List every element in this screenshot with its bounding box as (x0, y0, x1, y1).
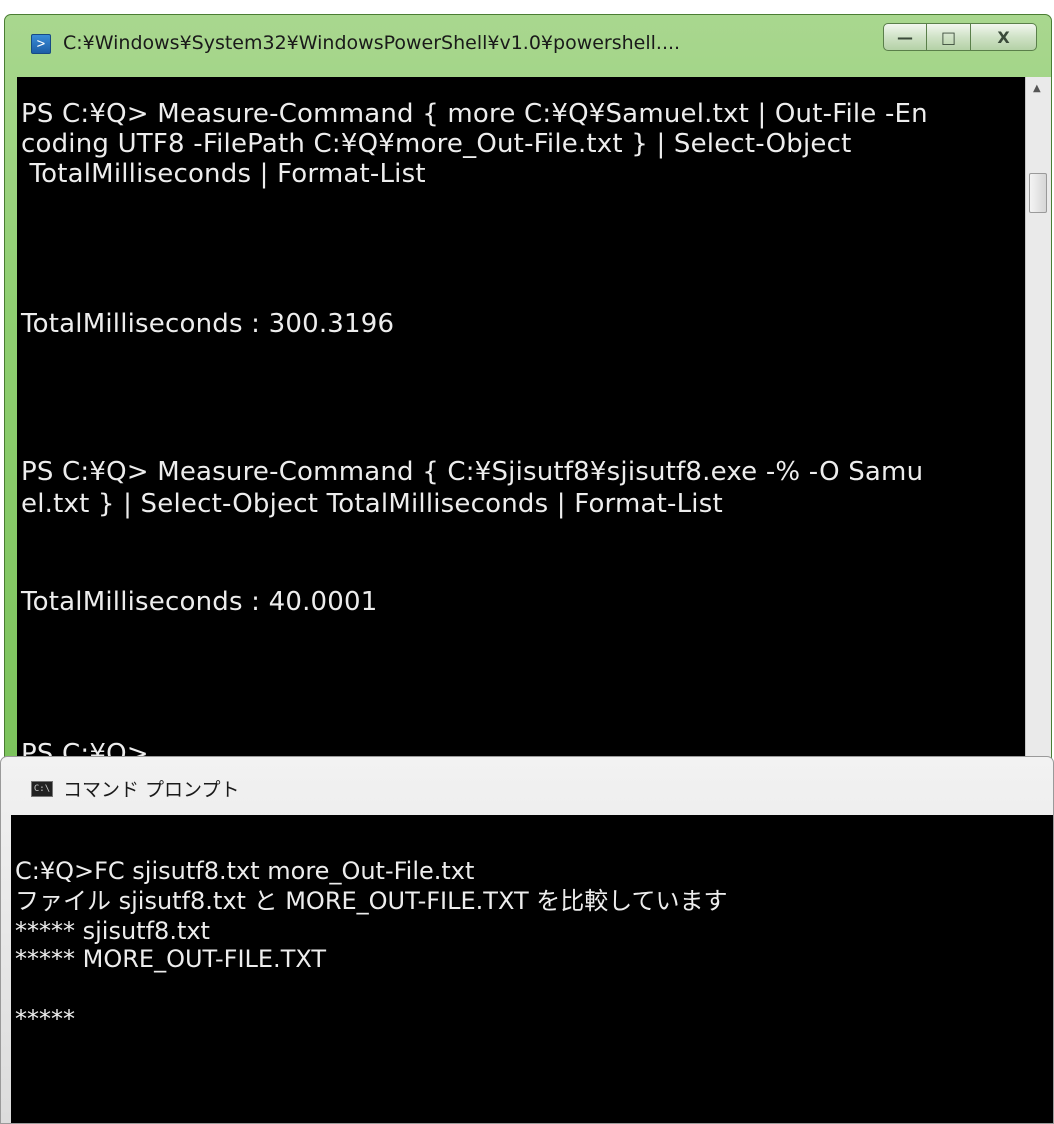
maximize-icon: □ (940, 27, 957, 47)
powershell-title: C:¥Windows¥System32¥WindowsPowerShell¥v1… (63, 32, 681, 54)
window-controls: — □ X (883, 23, 1037, 53)
console-line: ***** (15, 1005, 75, 1033)
console-line: ***** MORE_OUT-FILE.TXT (15, 945, 327, 973)
console-line: TotalMilliseconds : 300.3196 (21, 309, 395, 339)
vertical-scrollbar[interactable]: ▲ (1025, 77, 1051, 761)
close-icon: X (997, 27, 1010, 47)
powershell-titlebar[interactable]: > C:¥Windows¥System32¥WindowsPowerShell¥… (5, 15, 1051, 77)
minimize-icon: — (897, 27, 913, 47)
close-button[interactable]: X (971, 23, 1037, 51)
scrollbar-thumb[interactable] (1029, 173, 1047, 213)
console-line: coding UTF8 -FilePath C:¥Q¥more_Out-File… (21, 129, 852, 159)
console-line: PS C:¥Q> Measure-Command { more C:¥Q¥Sam… (21, 99, 928, 129)
minimize-button[interactable]: — (883, 23, 927, 51)
console-line: TotalMilliseconds | Format-List (21, 159, 426, 189)
cmd-icon: C:\ (31, 781, 53, 797)
console-line: TotalMilliseconds : 40.0001 (21, 587, 378, 617)
console-line: el.txt } | Select-Object TotalMillisecon… (21, 489, 723, 519)
command-prompt-window[interactable]: C:\ コマンド プロンプト C:¥Q>FC sjisutf8.txt more… (0, 756, 1054, 1124)
console-line: C:¥Q>FC sjisutf8.txt more_Out-File.txt (15, 857, 475, 885)
console-line: ファイル sjisutf8.txt と MORE_OUT-FILE.TXT を比… (15, 887, 728, 915)
cmd-console[interactable]: C:¥Q>FC sjisutf8.txt more_Out-File.txt フ… (11, 815, 1053, 1123)
console-line: PS C:¥Q> Measure-Command { C:¥Sjisutf8¥s… (21, 457, 924, 487)
cmd-title: コマンド プロンプト (63, 779, 240, 801)
scroll-up-icon[interactable]: ▲ (1033, 83, 1041, 94)
console-line: ***** sjisutf8.txt (15, 917, 210, 945)
powershell-icon: > (31, 34, 51, 54)
maximize-button[interactable]: □ (927, 23, 971, 51)
powershell-console[interactable]: PS C:¥Q> Measure-Command { more C:¥Q¥Sam… (17, 77, 1025, 761)
powershell-window[interactable]: > C:¥Windows¥System32¥WindowsPowerShell¥… (4, 14, 1052, 762)
